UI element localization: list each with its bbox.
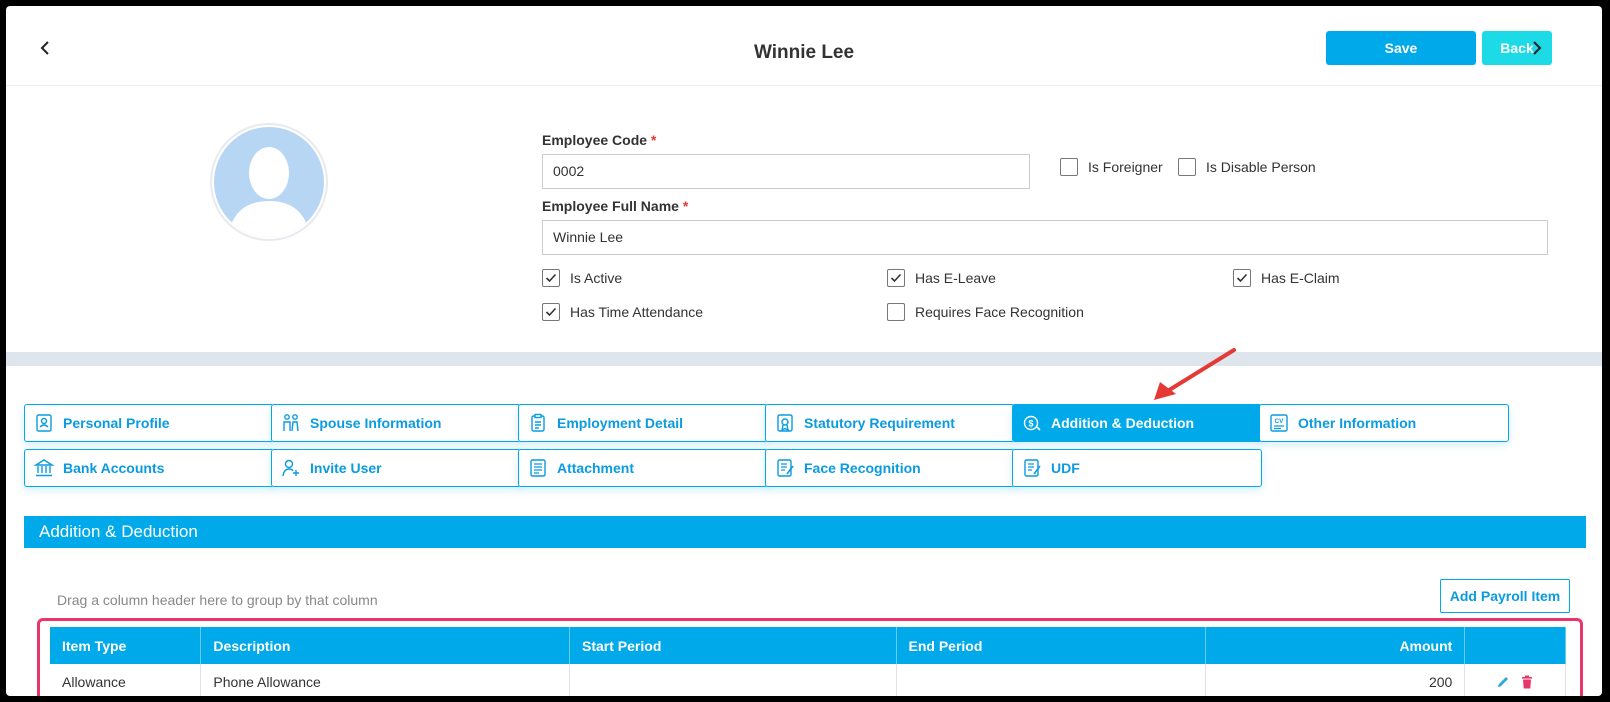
clipboard-icon — [527, 412, 549, 434]
tab-invite-user[interactable]: Invite User — [271, 449, 521, 487]
tab-employment-detail[interactable]: Employment Detail — [518, 404, 768, 442]
couple-icon — [280, 412, 302, 434]
checkbox-box[interactable] — [887, 303, 905, 321]
has-eleave-checkbox[interactable]: Has E-Leave — [887, 269, 996, 287]
money-icon: $ — [1021, 412, 1043, 434]
add-payroll-item-button[interactable]: Add Payroll Item — [1440, 579, 1570, 613]
requires-face-recognition-checkbox[interactable]: Requires Face Recognition — [887, 303, 1084, 321]
cell-amount: 200 — [1205, 664, 1466, 696]
checkbox-box[interactable] — [542, 269, 560, 287]
delete-trash-icon[interactable] — [1519, 674, 1535, 690]
tab-spouse-information[interactable]: Spouse Information — [271, 404, 521, 442]
is-disable-person-checkbox[interactable]: Is Disable Person — [1178, 158, 1316, 176]
document-edit-icon — [1021, 457, 1043, 479]
is-foreigner-checkbox[interactable]: Is Foreigner — [1060, 158, 1163, 176]
save-button[interactable]: Save — [1326, 31, 1476, 65]
svg-text:CV: CV — [1274, 418, 1284, 425]
svg-text:$: $ — [1028, 419, 1033, 429]
employee-fullname-input[interactable]: Winnie Lee — [542, 220, 1548, 255]
checkbox-box[interactable] — [1178, 158, 1196, 176]
is-active-checkbox[interactable]: Is Active — [542, 269, 622, 287]
column-header-start-period[interactable]: Start Period — [569, 627, 897, 664]
checkbox-box[interactable] — [1060, 158, 1078, 176]
has-time-attendance-checkbox[interactable]: Has Time Attendance — [542, 303, 703, 321]
add-user-icon — [280, 457, 302, 479]
column-header-description[interactable]: Description — [200, 627, 571, 664]
column-header-amount[interactable]: Amount — [1205, 627, 1466, 664]
tab-statutory-requirement[interactable]: Statutory Requirement — [765, 404, 1015, 442]
tab-attachment[interactable]: Attachment — [518, 449, 768, 487]
cell-end-period — [896, 664, 1206, 696]
tab-addition-deduction[interactable]: $ Addition & Deduction — [1012, 404, 1262, 442]
group-by-drop-area[interactable]: Drag a column header here to group by th… — [57, 592, 378, 608]
chevron-right-icon — [1533, 41, 1542, 55]
check-icon — [545, 273, 557, 283]
column-header-item-type[interactable]: Item Type — [50, 627, 202, 664]
check-icon — [1236, 273, 1248, 283]
check-icon — [545, 307, 557, 317]
cv-icon: CV — [1268, 412, 1290, 434]
avatar-placeholder-icon — [214, 127, 324, 237]
section-title-bar: Addition & Deduction — [24, 516, 1586, 548]
edit-pencil-icon[interactable] — [1495, 674, 1511, 690]
page-header: Winnie Lee Save Back — [6, 6, 1602, 86]
checkbox-box[interactable] — [887, 269, 905, 287]
document-edit-icon — [774, 457, 796, 479]
check-icon — [890, 273, 902, 283]
grid-header-row: Item Type Description Start Period End P… — [50, 627, 1566, 664]
employee-avatar[interactable] — [210, 123, 328, 241]
cell-actions — [1464, 664, 1566, 696]
employee-code-input[interactable]: 0002 — [542, 154, 1030, 189]
cell-item-type: Allowance — [50, 664, 202, 696]
app-window: Winnie Lee Save Back Employee Code * 000… — [6, 6, 1602, 696]
document-icon — [527, 457, 549, 479]
tab-bank-accounts[interactable]: Bank Accounts — [24, 449, 274, 487]
tab-other-information[interactable]: CV Other Information — [1259, 404, 1509, 442]
cell-description: Phone Allowance — [200, 664, 571, 696]
employee-fullname-label: Employee Full Name * — [542, 198, 689, 214]
checkbox-box[interactable] — [542, 303, 560, 321]
tab-personal-profile[interactable]: Personal Profile — [24, 404, 274, 442]
section-divider — [6, 352, 1602, 366]
tab-face-recognition[interactable]: Face Recognition — [765, 449, 1015, 487]
tab-udf[interactable]: UDF — [1012, 449, 1262, 487]
column-header-end-period[interactable]: End Period — [896, 627, 1206, 664]
checkbox-box[interactable] — [1233, 269, 1251, 287]
column-header-actions — [1464, 627, 1566, 664]
payroll-items-grid: Item Type Description Start Period End P… — [50, 627, 1566, 696]
next-record-button[interactable] — [1524, 36, 1548, 60]
certificate-icon — [774, 412, 796, 434]
employee-code-label: Employee Code * — [542, 132, 657, 148]
has-eclaim-checkbox[interactable]: Has E-Claim — [1233, 269, 1340, 287]
table-row[interactable]: Allowance Phone Allowance 200 — [50, 664, 1566, 696]
cell-start-period — [569, 664, 897, 696]
bank-icon — [33, 457, 55, 479]
profile-icon — [33, 412, 55, 434]
